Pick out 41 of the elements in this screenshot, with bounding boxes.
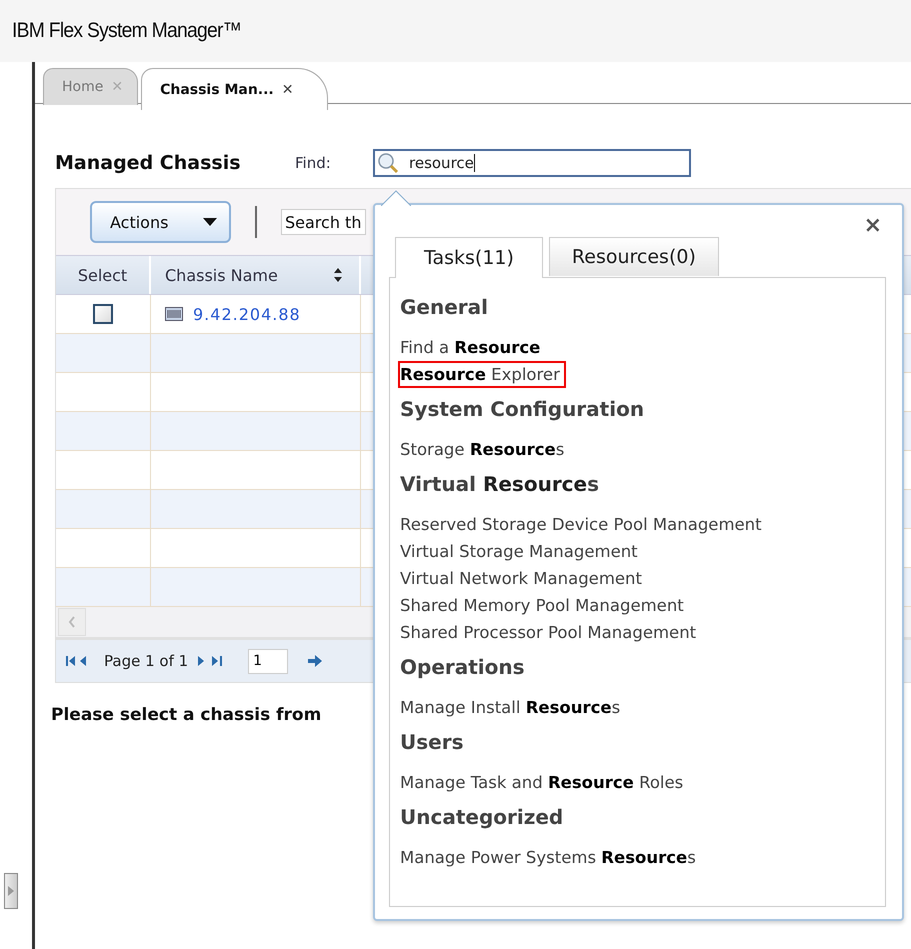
task-link[interactable]: Storage Resources xyxy=(398,436,570,463)
section-heading: Users xyxy=(400,729,464,755)
expand-handle[interactable] xyxy=(4,873,18,909)
task-link[interactable]: Resource Explorer xyxy=(398,361,566,388)
tab[interactable]: Chassis Man... ✕ xyxy=(141,68,328,110)
sort-icon[interactable] xyxy=(333,267,343,283)
search-icon xyxy=(377,152,401,174)
chassis-link[interactable]: 9.42.204.88 xyxy=(193,304,301,324)
find-field[interactable]: resource xyxy=(373,149,691,177)
section-heading: Virtual Resources xyxy=(400,471,600,497)
task-link[interactable]: Virtual Storage Management xyxy=(398,538,644,565)
checkbox[interactable] xyxy=(93,304,113,324)
chevron-left-icon xyxy=(68,616,76,628)
task-link[interactable]: Shared Memory Pool Management xyxy=(398,592,690,619)
search-field[interactable]: Search th xyxy=(281,209,366,235)
page-indicator: Page 1 of 1 xyxy=(104,652,188,670)
page-input[interactable]: 1 xyxy=(248,648,288,674)
close-icon[interactable]: × xyxy=(864,213,882,238)
task-link[interactable]: Manage Install Resources xyxy=(398,694,626,721)
app-title: IBM Flex System Manager™ xyxy=(12,19,242,43)
tab[interactable]: Tasks(11) xyxy=(395,237,543,278)
go-arrow-icon[interactable] xyxy=(308,655,322,667)
task-link[interactable]: Shared Processor Pool Management xyxy=(398,619,702,646)
find-label: Find: xyxy=(295,154,332,172)
tab[interactable]: Resources(0) xyxy=(548,237,719,276)
caret-icon xyxy=(203,218,217,226)
task-link[interactable]: Virtual Network Management xyxy=(398,565,648,592)
task-link[interactable]: Find a Resource xyxy=(398,334,546,361)
task-link[interactable]: Manage Power Systems Resources xyxy=(398,844,702,871)
message-text: Please select a chassis from xyxy=(51,705,322,725)
section-heading: General xyxy=(400,294,489,320)
section-heading: System Configuration xyxy=(400,396,646,422)
task-link[interactable]: Manage Task and Resource Roles xyxy=(398,769,690,796)
triangle-right-icon xyxy=(8,886,14,896)
section-heading: Operations xyxy=(400,654,526,680)
task-link[interactable]: Reserved Storage Device Pool Management xyxy=(398,511,768,538)
section-heading: Uncategorized xyxy=(400,804,564,830)
close-icon[interactable]: ✕ xyxy=(282,82,294,98)
chassis-icon xyxy=(165,307,183,321)
page-title: Managed Chassis xyxy=(55,152,242,174)
actions-button[interactable]: Actions xyxy=(90,201,231,243)
